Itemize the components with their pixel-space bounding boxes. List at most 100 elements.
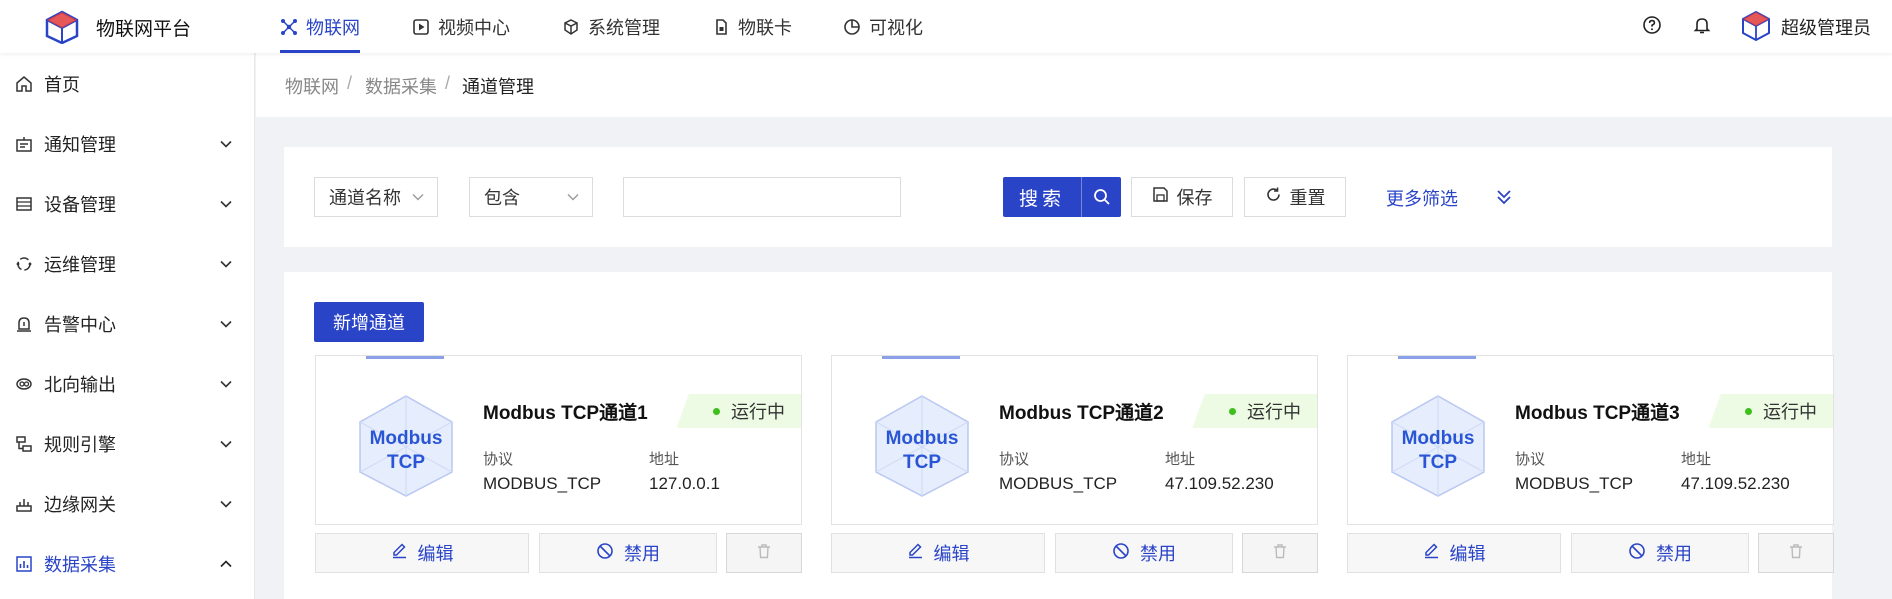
reset-icon [1265, 186, 1282, 208]
double-chevron-down-icon[interactable] [1494, 187, 1514, 207]
search-icon [1082, 188, 1121, 206]
sidebar-item-data-collect[interactable]: 数据采集 [0, 544, 255, 584]
sidebar-item-label: 规则引擎 [44, 435, 116, 455]
hex-text-line2: TCP [903, 452, 941, 473]
sidebar-item-gateway[interactable]: 边缘网关 [0, 484, 255, 524]
sidebar-item-output[interactable]: 北向输出 [0, 364, 255, 404]
chevron-down-icon [218, 136, 234, 152]
topnav-iot[interactable]: 物联网 [280, 0, 360, 53]
rule-icon [14, 434, 34, 454]
disable-button-label: 禁用 [1140, 544, 1176, 564]
home-icon [14, 74, 34, 94]
address-label: 地址 [1681, 451, 1712, 468]
sidebar-item-label: 告警中心 [44, 315, 116, 335]
user-name[interactable]: 超级管理员 [1781, 14, 1871, 40]
chevron-down-icon [412, 194, 424, 201]
status-dot [1745, 408, 1752, 415]
edit-icon [907, 542, 924, 564]
search-panel: 通道名称 包含 搜索 保存 重置 更多筛选 [284, 147, 1832, 247]
field-select[interactable]: 通道名称 [314, 177, 438, 217]
sidebar-item-alarm[interactable]: 告警中心 [0, 304, 255, 344]
sidebar-item-rule[interactable]: 规则引擎 [0, 424, 255, 464]
edit-button[interactable]: 编辑 [1347, 533, 1561, 573]
topnav-label: 物联卡 [738, 17, 792, 38]
edit-button-label: 编辑 [933, 544, 970, 564]
hex-text-line1: Modbus [1402, 428, 1475, 449]
output-icon [14, 374, 34, 394]
edit-button[interactable]: 编辑 [831, 533, 1045, 573]
topnav-video[interactable]: 视频中心 [412, 0, 510, 53]
sidebar-item-label: 首页 [44, 75, 80, 95]
channel-list-panel: 新增通道 Modbus TCP Modbus TCP通道1 运行中 协议 地址 … [284, 272, 1834, 599]
pie-chart-icon [843, 18, 861, 36]
topnav-iot-card[interactable]: 物联卡 [712, 0, 792, 53]
operator-select[interactable]: 包含 [469, 177, 593, 217]
trash-icon [1788, 543, 1804, 564]
device-icon [14, 194, 34, 214]
modbus-tcp-hex-icon: Modbus TCP [1391, 395, 1485, 497]
hex-text-line1: Modbus [370, 428, 443, 449]
delete-button[interactable] [1758, 533, 1834, 573]
ops-icon [14, 254, 34, 274]
channel-card[interactable]: Modbus TCP Modbus TCP通道3 运行中 协议 地址 MODBU… [1347, 355, 1834, 525]
search-input[interactable] [623, 177, 901, 217]
chevron-down-icon [218, 436, 234, 452]
sidebar-item-home[interactable]: 首页 [0, 64, 255, 104]
data-collect-icon [14, 554, 34, 574]
disable-button[interactable]: 禁用 [1571, 533, 1749, 573]
card-title: Modbus TCP通道3 [1515, 403, 1680, 424]
edit-button[interactable]: 编辑 [315, 533, 529, 573]
more-filter-link[interactable]: 更多筛选 [1386, 185, 1458, 211]
search-button[interactable]: 搜索 [1003, 177, 1121, 217]
chevron-down-icon [567, 194, 579, 201]
breadcrumb-item[interactable]: 物联网 [285, 73, 339, 99]
cube-logo-icon[interactable] [44, 10, 80, 44]
status-badge: 运行中 [1187, 394, 1317, 428]
gateway-icon [14, 494, 34, 514]
save-icon [1152, 186, 1169, 208]
alarm-icon [14, 314, 34, 334]
protocol-label: 协议 [999, 451, 1030, 468]
disable-button[interactable]: 禁用 [1055, 533, 1233, 573]
breadcrumb: 物联网 / 数据采集 / 通道管理 [256, 53, 1892, 117]
edit-button-label: 编辑 [1449, 544, 1486, 564]
address-label: 地址 [1165, 451, 1196, 468]
search-button-label: 搜索 [1018, 188, 1065, 210]
delete-button[interactable] [1242, 533, 1318, 573]
modbus-tcp-hex-icon: Modbus TCP [875, 395, 969, 497]
status-dot [713, 408, 720, 415]
delete-button[interactable] [726, 533, 802, 573]
save-button[interactable]: 保存 [1131, 177, 1233, 217]
save-button-label: 保存 [1176, 188, 1213, 208]
add-channel-button[interactable]: 新增通道 [314, 302, 424, 342]
avatar[interactable] [1740, 10, 1772, 42]
help-icon[interactable] [1641, 14, 1663, 36]
status-dot [1229, 408, 1236, 415]
box-icon [562, 18, 580, 36]
bell-icon[interactable] [1691, 14, 1713, 36]
sidebar-item-device[interactable]: 设备管理 [0, 184, 255, 224]
breadcrumb-separator: / [347, 73, 353, 93]
topnav-system[interactable]: 系统管理 [562, 0, 660, 53]
channel-card[interactable]: Modbus TCP Modbus TCP通道1 运行中 协议 地址 MODBU… [315, 355, 802, 525]
disable-button[interactable]: 禁用 [539, 533, 717, 573]
reset-button[interactable]: 重置 [1244, 177, 1346, 217]
modbus-tcp-hex-icon: Modbus TCP [359, 395, 453, 497]
chevron-down-icon [218, 256, 234, 272]
topnav-label: 物联网 [306, 17, 360, 38]
sidebar-item-label: 设备管理 [44, 195, 116, 215]
breadcrumb-item[interactable]: 数据采集 [365, 73, 437, 99]
sidebar-item-ops[interactable]: 运维管理 [0, 244, 255, 284]
play-icon [412, 18, 430, 36]
breadcrumb-separator: / [445, 73, 451, 93]
status-badge: 运行中 [1703, 394, 1833, 428]
topnav-visual[interactable]: 可视化 [843, 0, 923, 53]
sidebar-item-notice[interactable]: 通知管理 [0, 124, 255, 164]
sidebar-item-label: 北向输出 [44, 375, 116, 395]
field-select-value: 通道名称 [329, 188, 401, 208]
edit-button-label: 编辑 [417, 544, 454, 564]
status-badge: 运行中 [671, 394, 801, 428]
iot-icon [280, 18, 298, 36]
trash-icon [1272, 543, 1288, 564]
channel-card[interactable]: Modbus TCP Modbus TCP通道2 运行中 协议 地址 MODBU… [831, 355, 1318, 525]
